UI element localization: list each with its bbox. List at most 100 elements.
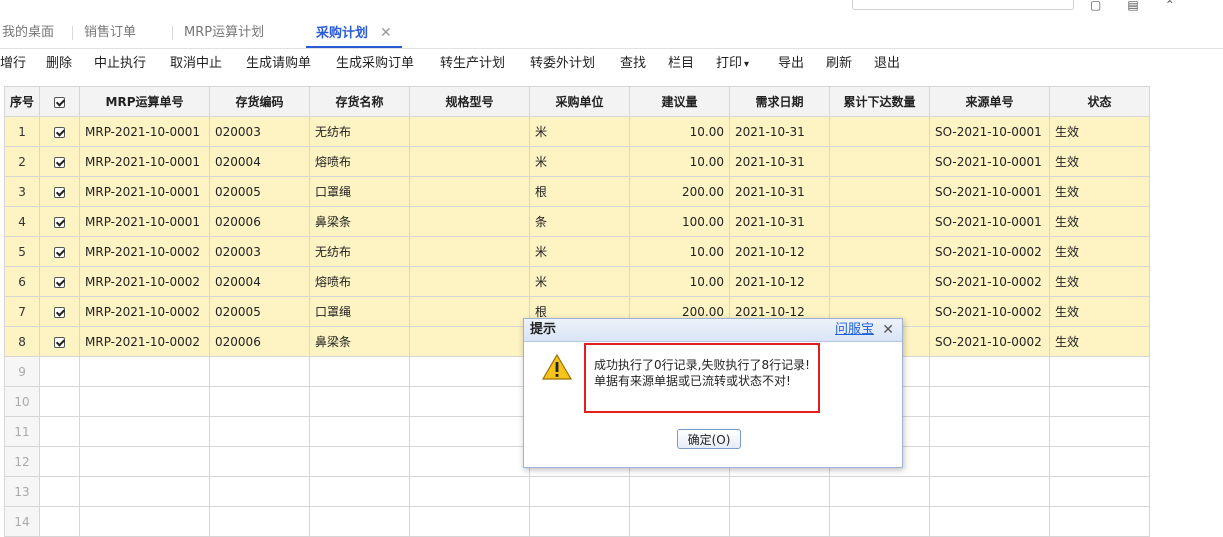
item-name-cell[interactable]: 口罩绳 bbox=[309, 296, 411, 327]
item-name-cell[interactable]: 熔喷布 bbox=[309, 146, 411, 177]
empty-cell[interactable] bbox=[1049, 446, 1151, 477]
empty-cell[interactable] bbox=[79, 476, 211, 507]
unit-cell[interactable]: 米 bbox=[529, 146, 631, 177]
empty-cell[interactable] bbox=[409, 416, 531, 447]
suggested-qty-cell[interactable]: 10.00 bbox=[629, 236, 731, 267]
row-select-cell[interactable] bbox=[39, 296, 81, 327]
col-header-unit[interactable]: 采购单位 bbox=[529, 86, 631, 117]
empty-cell[interactable] bbox=[929, 386, 1051, 417]
cumulative-qty-cell[interactable] bbox=[829, 176, 931, 207]
empty-cell[interactable] bbox=[529, 506, 631, 537]
columns-button[interactable]: 栏目 bbox=[668, 50, 694, 78]
add-row-button[interactable]: 增行 bbox=[0, 50, 26, 78]
mrp-no-cell[interactable]: MRP-2021-10-0001 bbox=[79, 146, 211, 177]
demand-date-cell[interactable]: 2021-10-31 bbox=[729, 176, 831, 207]
empty-cell[interactable] bbox=[309, 416, 411, 447]
spec-cell[interactable] bbox=[409, 266, 531, 297]
source-no-cell[interactable]: SO-2021-10-0002 bbox=[929, 266, 1051, 297]
item-name-cell[interactable]: 鼻梁条 bbox=[309, 326, 411, 357]
row-select-cell[interactable] bbox=[39, 206, 81, 237]
spec-cell[interactable] bbox=[409, 206, 531, 237]
status-cell[interactable]: 生效 bbox=[1049, 146, 1151, 177]
empty-cell[interactable] bbox=[929, 446, 1051, 477]
cumulative-qty-cell[interactable] bbox=[829, 236, 931, 267]
spec-cell[interactable] bbox=[409, 296, 531, 327]
cumulative-qty-cell[interactable] bbox=[829, 116, 931, 147]
item-code-cell[interactable]: 020003 bbox=[209, 116, 311, 147]
print-button[interactable]: 打印 ▾ bbox=[716, 50, 749, 78]
mrp-no-cell[interactable]: MRP-2021-10-0002 bbox=[79, 266, 211, 297]
row-checkbox[interactable] bbox=[54, 246, 66, 258]
status-cell[interactable]: 生效 bbox=[1049, 236, 1151, 267]
expand-icon[interactable]: ⌃ bbox=[1165, 0, 1201, 12]
row-checkbox[interactable] bbox=[54, 216, 66, 228]
unit-cell[interactable]: 条 bbox=[529, 206, 631, 237]
empty-cell[interactable] bbox=[929, 506, 1051, 537]
spec-cell[interactable] bbox=[409, 176, 531, 207]
suggested-qty-cell[interactable]: 10.00 bbox=[629, 116, 731, 147]
row-checkbox[interactable] bbox=[54, 306, 66, 318]
source-no-cell[interactable]: SO-2021-10-0001 bbox=[929, 146, 1051, 177]
status-cell[interactable]: 生效 bbox=[1049, 266, 1151, 297]
item-code-cell[interactable]: 020004 bbox=[209, 146, 311, 177]
item-code-cell[interactable]: 020003 bbox=[209, 236, 311, 267]
item-code-cell[interactable]: 020006 bbox=[209, 206, 311, 237]
tab-sales-order[interactable]: 销售订单 bbox=[84, 18, 136, 48]
to-production-plan-button[interactable]: 转生产计划 bbox=[440, 50, 505, 78]
mrp-no-cell[interactable]: MRP-2021-10-0002 bbox=[79, 326, 211, 357]
col-header-select-all[interactable] bbox=[39, 86, 81, 117]
col-header-spec[interactable]: 规格型号 bbox=[409, 86, 531, 117]
tab-mrp-plan[interactable]: MRP运算计划 bbox=[184, 18, 264, 48]
row-checkbox[interactable] bbox=[54, 126, 66, 138]
spec-cell[interactable] bbox=[409, 326, 531, 357]
empty-cell[interactable] bbox=[209, 416, 311, 447]
table-row[interactable]: 1 MRP-2021-10-0001 020003 无纺布 米 10.00 2021-10-… bbox=[3, 116, 1151, 147]
help-link[interactable]: 问服宝 bbox=[835, 319, 874, 341]
empty-cell[interactable] bbox=[39, 476, 81, 507]
empty-cell[interactable] bbox=[39, 446, 81, 477]
item-code-cell[interactable]: 020004 bbox=[209, 266, 311, 297]
unsuspend-button[interactable]: 取消中止 bbox=[170, 50, 222, 78]
demand-date-cell[interactable]: 2021-10-31 bbox=[729, 146, 831, 177]
find-button[interactable]: 查找 bbox=[620, 50, 646, 78]
col-header-mrp-no[interactable]: MRP运算单号 bbox=[79, 86, 211, 117]
tab-purchase-plan[interactable]: 采购计划 ✕ bbox=[306, 18, 402, 48]
empty-cell[interactable] bbox=[39, 506, 81, 537]
empty-cell[interactable] bbox=[1049, 476, 1151, 507]
empty-cell[interactable] bbox=[529, 476, 631, 507]
empty-cell[interactable] bbox=[1049, 416, 1151, 447]
empty-cell[interactable] bbox=[929, 476, 1051, 507]
row-select-cell[interactable] bbox=[39, 176, 81, 207]
source-no-cell[interactable]: SO-2021-10-0001 bbox=[929, 176, 1051, 207]
to-outsource-plan-button[interactable]: 转委外计划 bbox=[530, 50, 595, 78]
ok-button[interactable]: 确定(O) bbox=[677, 429, 741, 449]
col-header-item-name[interactable]: 存货名称 bbox=[309, 86, 411, 117]
demand-date-cell[interactable]: 2021-10-31 bbox=[729, 206, 831, 237]
suggested-qty-cell[interactable]: 200.00 bbox=[629, 176, 731, 207]
empty-cell[interactable] bbox=[39, 356, 81, 387]
empty-cell[interactable] bbox=[1049, 386, 1151, 417]
empty-cell[interactable] bbox=[1049, 356, 1151, 387]
dialog-header[interactable]: 提示 问服宝 ✕ bbox=[524, 319, 902, 342]
empty-cell[interactable] bbox=[1049, 506, 1151, 537]
empty-cell[interactable] bbox=[629, 476, 731, 507]
col-header-status[interactable]: 状态 bbox=[1049, 86, 1151, 117]
table-row[interactable]: 4 MRP-2021-10-0001 020006 鼻梁条 条 100.00 2021-10… bbox=[3, 206, 1151, 237]
col-header-demand-date[interactable]: 需求日期 bbox=[729, 86, 831, 117]
refresh-button[interactable]: 刷新 bbox=[826, 50, 852, 78]
unit-cell[interactable]: 米 bbox=[529, 266, 631, 297]
demand-date-cell[interactable]: 2021-10-31 bbox=[729, 116, 831, 147]
spec-cell[interactable] bbox=[409, 146, 531, 177]
empty-cell[interactable] bbox=[209, 506, 311, 537]
mrp-no-cell[interactable]: MRP-2021-10-0002 bbox=[79, 296, 211, 327]
source-no-cell[interactable]: SO-2021-10-0002 bbox=[929, 326, 1051, 357]
source-no-cell[interactable]: SO-2021-10-0001 bbox=[929, 116, 1051, 147]
spec-cell[interactable] bbox=[409, 236, 531, 267]
empty-cell[interactable] bbox=[79, 416, 211, 447]
item-code-cell[interactable]: 020005 bbox=[209, 176, 311, 207]
mrp-no-cell[interactable]: MRP-2021-10-0002 bbox=[79, 236, 211, 267]
suspend-button[interactable]: 中止执行 bbox=[94, 50, 146, 78]
source-no-cell[interactable]: SO-2021-10-0001 bbox=[929, 206, 1051, 237]
empty-cell[interactable] bbox=[409, 386, 531, 417]
empty-cell[interactable] bbox=[39, 386, 81, 417]
